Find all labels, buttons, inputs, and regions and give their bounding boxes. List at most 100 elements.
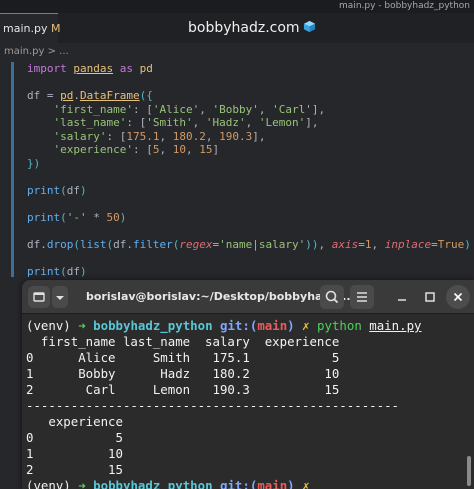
tab-main-py[interactable]: main.py M (0, 13, 60, 43)
maximize-button[interactable] (418, 285, 442, 309)
punct: : [ (132, 143, 153, 156)
paren: ( (73, 237, 80, 251)
assign-op: = (40, 89, 61, 102)
str-value: 'Lemon' (258, 116, 306, 129)
code-line-10: print(df) (27, 184, 471, 198)
str-dash: '-' (66, 210, 87, 224)
list-call: list (80, 237, 107, 251)
num-value: 5 (152, 143, 160, 156)
arg-df: df (66, 264, 80, 278)
prompt-arrow: ➜ (78, 478, 86, 489)
str-value: 'Alice' (152, 102, 200, 116)
git-label: git:( (220, 318, 258, 333)
dot: . (126, 237, 133, 251)
window-titlebar: main.py - bobbyhadz_python (0, 0, 474, 13)
punct: ] (212, 143, 220, 156)
menu-button[interactable] (350, 285, 374, 309)
prompt-dir: bobbyhadz_python (93, 318, 213, 333)
eq: = (431, 237, 438, 251)
pd-ref: pd (60, 89, 74, 102)
tab-name: main.py (3, 22, 48, 35)
kwarg-regex: regex (179, 237, 213, 251)
table1-row: 0 Alice Smith 175.1 5 (26, 350, 340, 365)
punct: ], (311, 102, 326, 116)
table2-row: 0 5 (26, 430, 123, 445)
table1-row: 2 Carl Lemon 190.3 15 (26, 382, 340, 397)
git-dirty-marker: ✗ (302, 478, 310, 489)
tab-menu-button[interactable] (52, 286, 68, 308)
table1-row: 1 Bobby Hadz 180.2 10 (26, 366, 340, 381)
terminal-tab-icon (33, 292, 45, 302)
code-line-16: print(df) (27, 265, 471, 279)
git-close: ) (287, 478, 295, 489)
arg-df: df (66, 183, 80, 197)
num-value: 15 (199, 143, 213, 156)
terminal-window[interactable]: borislav@borislav:~/Desktop/bobbyhadz_..… (22, 280, 474, 489)
filter-method: filter (133, 237, 173, 251)
paren: ( (60, 210, 67, 224)
str-value: 'Smith' (146, 116, 193, 129)
num-value: 190.3 (219, 129, 253, 143)
mul-op: * (86, 210, 107, 224)
paren: ) (119, 210, 127, 224)
num-value: 10 (172, 143, 186, 156)
regex-pattern: 'name|salary' (219, 237, 306, 251)
terminal-header: borislav@borislav:~/Desktop/bobbyhadz_..… (22, 280, 474, 314)
close-icon (453, 292, 463, 302)
keyword-import: import (27, 62, 67, 75)
venv-label: (venv) (26, 478, 71, 489)
keyword-as: as (119, 62, 133, 75)
punct: : [ (106, 129, 127, 143)
comma: , (371, 237, 385, 251)
venv-label: (venv) (26, 318, 71, 333)
str-value: 'Carl' (272, 102, 312, 116)
code-line-12: print('-' * 50) (27, 211, 471, 225)
terminal-output[interactable]: (venv) ➜ bobbyhadz_python git:(main) ✗ p… (26, 318, 466, 489)
paren: ) (80, 183, 87, 197)
git-branch: main (257, 478, 288, 489)
punct: ], (305, 116, 319, 129)
num-value: 180.2 (172, 129, 206, 143)
terminal-scrollbar[interactable] (467, 456, 471, 486)
minimize-button[interactable] (390, 285, 414, 309)
close-button[interactable] (446, 285, 470, 309)
tab-label: main.py M (3, 22, 60, 35)
dot: . (40, 237, 47, 251)
breadcrumb[interactable]: main.py > ... (4, 46, 69, 57)
punct: : [ (126, 116, 147, 129)
module-name: pandas (73, 62, 114, 75)
brand-text: bobbyhadz.com (188, 20, 300, 36)
table2-row: 2 15 (26, 462, 123, 477)
var-df: df (113, 237, 127, 251)
chevron-down-icon (56, 296, 64, 300)
code-line-14: df.drop(list(df.filter(regex='name|salar… (27, 238, 471, 252)
print-call: print (27, 264, 61, 278)
kwarg-inplace: inplace (384, 237, 432, 251)
punct: : [ (132, 102, 153, 116)
git-dirty-marker: ✗ (302, 318, 310, 333)
bool-true: True (437, 237, 465, 251)
punct: ], (252, 129, 266, 143)
command-arg: main.py (369, 318, 422, 333)
code-area[interactable]: import pandas as pd df = pd.DataFrame({ … (27, 62, 471, 278)
prompt-dir: bobbyhadz_python (93, 478, 213, 489)
code-line-4: 'first_name': ['Alice', 'Bobby', 'Carl']… (53, 102, 326, 116)
var-df: df (27, 89, 41, 102)
paren: ) (464, 237, 471, 251)
table2-row: 1 10 (26, 446, 123, 461)
search-button[interactable] (320, 285, 344, 309)
num-50: 50 (106, 210, 120, 224)
paren: ( (60, 264, 67, 278)
prompt-line: (venv) ➜ bobbyhadz_python git:(main) ✗ (26, 478, 466, 489)
minimize-icon (398, 299, 406, 301)
comma: , (318, 237, 332, 251)
str-value: 'Bobby' (212, 102, 259, 116)
new-tab-button[interactable] (28, 286, 50, 308)
code-line-1: import pandas as pd (27, 62, 471, 76)
tab-bar: main.py M bobbyhadz.com (0, 13, 474, 43)
